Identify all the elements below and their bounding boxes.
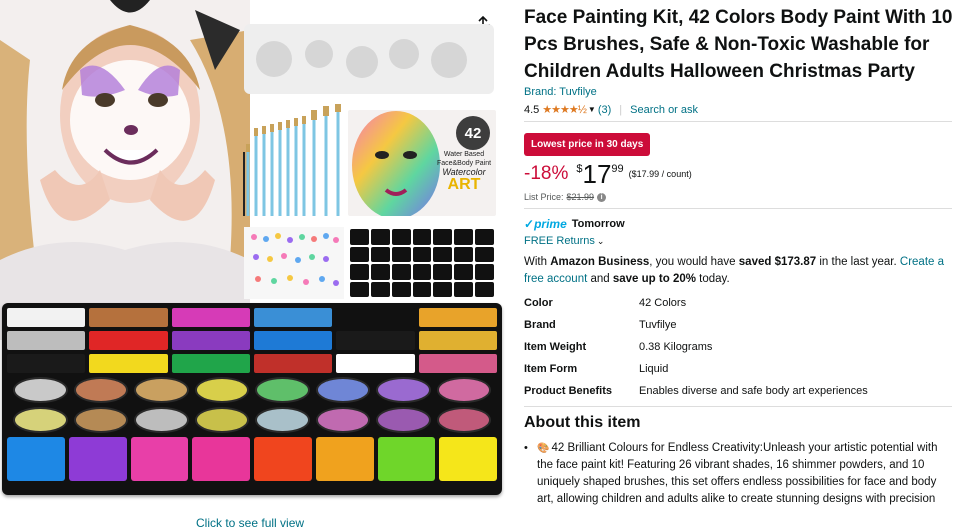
spec-row: Brand Tuvfilye — [524, 314, 954, 336]
palette-icon: 🎨 — [537, 443, 550, 454]
prime-check-icon: ✓ — [524, 217, 535, 231]
product-image-gallery[interactable]: 42 Water Based Face&Body Paint Watercolo… — [0, 0, 505, 528]
biz-amazon-business: Amazon Business — [550, 256, 650, 268]
spec-value: 0.38 Kilograms — [639, 341, 713, 353]
price-whole: 17 — [582, 159, 612, 189]
biz-text: today. — [695, 273, 730, 285]
spec-row: Item Form Liquid — [524, 358, 954, 380]
divider — [524, 208, 952, 209]
biz-text: With — [524, 256, 551, 268]
divider — [524, 406, 952, 407]
prime-logo: prime — [534, 217, 567, 231]
prime-delivery: ✓ prime Tomorrow — [524, 217, 625, 231]
spec-row: Product Benefits Enables diverse and saf… — [524, 380, 954, 402]
about-bullet-text: 🎨 42 Brilliant Colours for Endless Creati… — [537, 440, 954, 508]
divider — [524, 121, 952, 122]
search-or-ask-link[interactable]: Search or ask — [630, 104, 698, 116]
spec-key: Color — [524, 297, 553, 309]
biz-text: and — [587, 273, 613, 285]
spec-key: Item Weight — [524, 341, 587, 353]
product-photo-girl — [0, 0, 250, 340]
rating-row: 4.5 ★★★★½ ▼ (3) | Search or ask — [524, 103, 698, 117]
list-price-value: $21.99 — [566, 192, 595, 202]
business-savings-message: With Amazon Business, you would have sav… — [524, 254, 954, 288]
info-icon[interactable]: i — [597, 192, 607, 202]
face-gems-image — [244, 227, 344, 299]
see-full-view-link[interactable]: Click to see full view — [196, 516, 304, 528]
biz-saved-amount: saved $173.87 — [738, 256, 817, 268]
brushes-image — [243, 104, 341, 216]
stencil-sheet-image — [244, 24, 494, 94]
product-title: Face Painting Kit, 42 Colors Body Paint … — [524, 7, 953, 82]
spec-row: Item Weight 0.38 Kilograms — [524, 336, 954, 358]
art-box-image: 42 Water Based Face&Body Paint Watercolo… — [348, 110, 496, 216]
delivery-day: Tomorrow — [571, 218, 625, 230]
free-returns-label: FREE Returns — [524, 235, 595, 247]
bullet-icon: • — [524, 442, 528, 454]
colors-count-badge: 42 — [456, 116, 490, 150]
spec-key: Item Form — [524, 363, 578, 375]
chevron-down-icon[interactable]: ▼ — [588, 105, 596, 114]
price-block: -18% $ 17 99 ($17.99 / count) — [524, 160, 692, 188]
rating-count-link[interactable]: (3) — [598, 104, 611, 116]
discount-percent: -18% — [524, 163, 569, 184]
star-rating-icon[interactable]: ★★★★½ — [542, 103, 587, 116]
spec-value: 42 Colors — [639, 297, 687, 309]
product-specs-table: Color 42 Colors Brand Tuvfilye Item Weig… — [524, 292, 954, 402]
spec-value: Liquid — [639, 363, 669, 375]
chevron-down-icon: ⌄ — [596, 236, 605, 246]
divider: | — [619, 103, 623, 116]
about-bullet-body: 42 Brilliant Colours for Endless Creativ… — [537, 442, 938, 505]
list-price: List Price: $21.99 i — [524, 192, 607, 202]
biz-save-percent: save up to 20% — [612, 273, 696, 285]
spec-row: Color 42 Colors — [524, 292, 954, 314]
spec-key: Brand — [524, 319, 556, 331]
biz-text: , you would have — [649, 256, 739, 268]
art-label-line1: Water Based — [443, 151, 485, 158]
list-item: • 🎨 42 Brilliant Colours for Endless Crea… — [524, 440, 954, 508]
about-heading: About this item — [524, 414, 641, 431]
price-fraction: 99 — [611, 163, 624, 175]
spec-value: Enables diverse and safe body art experi… — [639, 385, 868, 397]
spec-value: Tuvfilye — [639, 319, 677, 331]
spec-key: Product Benefits — [524, 385, 613, 397]
paint-palette-image — [2, 303, 502, 495]
rating-value: 4.5 — [524, 103, 540, 116]
brand-link[interactable]: Brand: Tuvfilye — [524, 86, 597, 98]
price-per-unit: ($17.99 / count) — [628, 169, 692, 179]
list-price-label: List Price: — [524, 192, 564, 202]
biz-text: in the last year. — [816, 256, 900, 268]
art-box-label: Water Based Face&Body Paint Watercolor A… — [436, 150, 492, 193]
art-label-line4: ART — [447, 176, 481, 193]
free-returns-link[interactable]: FREE Returns ⌄ — [524, 235, 604, 247]
deal-badge: Lowest price in 30 days — [524, 133, 651, 156]
about-bullets: • 🎨 42 Brilliant Colours for Endless Crea… — [524, 440, 954, 508]
tattoo-stencils-image — [348, 227, 496, 299]
